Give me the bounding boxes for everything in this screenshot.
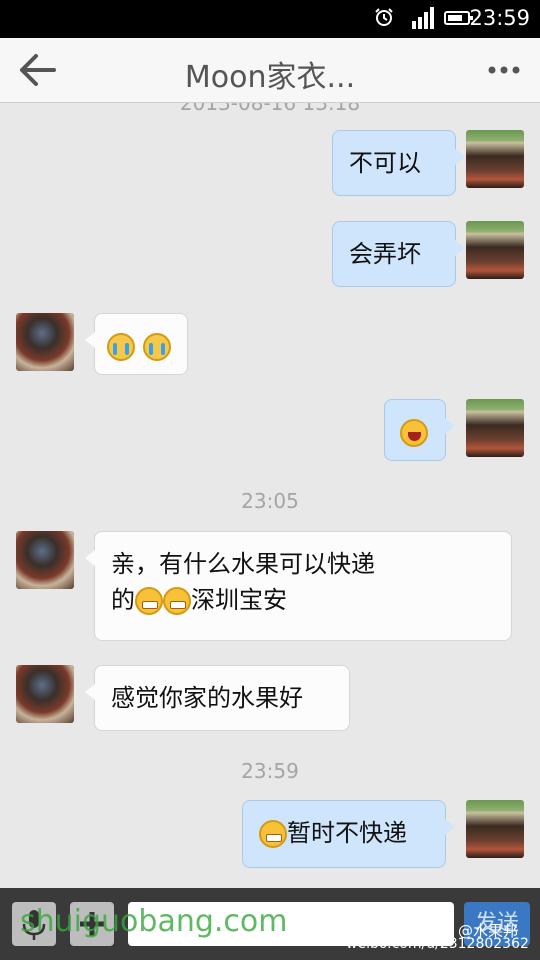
avatar[interactable] [16,531,74,589]
timestamp: 23:05 [241,489,299,513]
message-bubble[interactable] [85,313,188,375]
avatar[interactable] [16,665,74,723]
message-text: 深圳宝安 [191,586,287,614]
message-text: 暂时不快递 [287,819,407,847]
message-text: 感觉你家的水果好 [111,684,303,712]
more-dots-icon[interactable] [486,58,522,82]
message-text: 的 [111,586,135,614]
crying-face-icon [142,333,171,361]
weibo-name-watermark: @水果邦 [458,922,519,940]
message-text: 亲，有什么水果可以快递 [111,550,375,578]
timestamp: 23:59 [241,759,299,783]
chat-title: Moon家衣... [184,60,356,95]
chat-area[interactable]: 2013-08-16 13:18 不可以 会弄坏 23:05 亲，有什么水果可以… [0,103,540,888]
laughing-face-icon [400,419,428,447]
message-text-line: 的 深圳宝安 [111,582,495,618]
grin-face-icon [135,587,163,615]
message-text: 不可以 [349,149,421,177]
avatar[interactable] [466,800,524,858]
site-watermark: shuiguobang.com [20,904,288,939]
grin-face-icon [163,587,191,615]
signal-icon [412,7,434,29]
status-time: 23:59 [469,6,530,30]
avatar[interactable] [466,399,524,457]
message-bubble[interactable]: 暂时不快递 [242,800,455,868]
timestamp: 2013-08-16 13:18 [179,103,361,115]
message-bubble[interactable]: 会弄坏 [332,221,465,287]
avatar[interactable] [466,130,524,188]
avatar[interactable] [466,221,524,279]
back-arrow-icon[interactable] [18,52,58,88]
grin-face-icon [259,820,287,848]
chat-header: Moon家衣... [0,38,540,103]
battery-icon [444,11,473,25]
message-bubble[interactable]: 感觉你家的水果好 [85,665,350,731]
message-bubble[interactable]: 不可以 [332,130,465,196]
status-bar: 23:59 [0,0,540,38]
message-bubble[interactable] [384,399,455,461]
message-bubble[interactable]: 亲，有什么水果可以快递 的 深圳宝安 [85,531,512,641]
avatar[interactable] [16,313,74,371]
crying-face-icon [107,333,135,361]
alarm-icon [375,8,393,26]
message-text: 会弄坏 [349,240,421,268]
